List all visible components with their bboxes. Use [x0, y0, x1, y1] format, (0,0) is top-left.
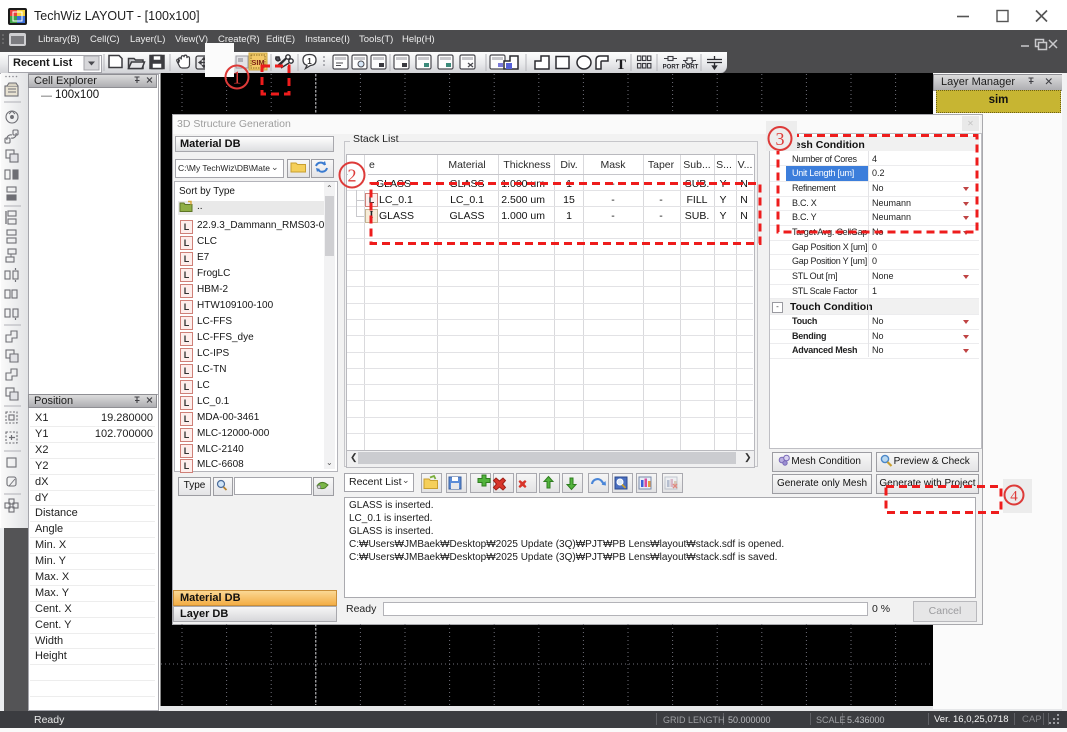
svg-text:1: 1 — [233, 68, 242, 88]
svg-text:4: 4 — [1010, 489, 1018, 505]
svg-text:2: 2 — [348, 166, 357, 186]
svg-text:3: 3 — [776, 129, 785, 149]
